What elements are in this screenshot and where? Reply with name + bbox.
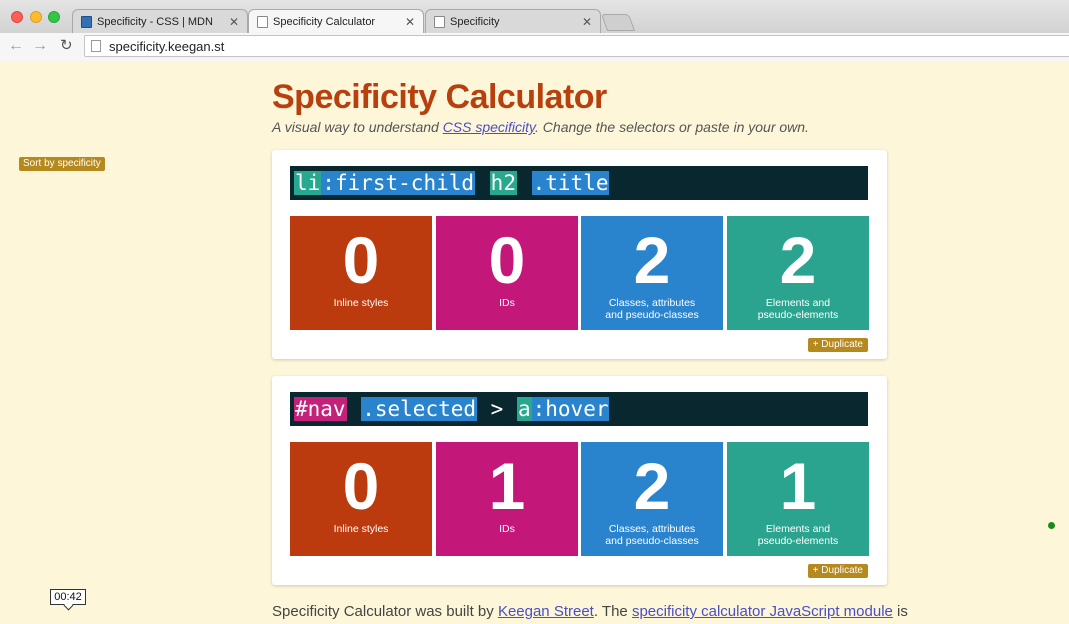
score-ids: 0 IDs: [436, 216, 578, 330]
selector-input[interactable]: #nav .selected > a:hover: [290, 392, 868, 426]
tab-close-icon[interactable]: ✕: [405, 15, 415, 29]
selector-token: :first-child: [321, 171, 476, 195]
subtitle-text: A visual way to understand: [272, 119, 443, 135]
tab-mdn[interactable]: Specificity - CSS | MDN ✕: [72, 9, 248, 33]
selector-token: a: [516, 397, 532, 421]
score-label: Inline styles: [333, 523, 389, 535]
keegan-street-link[interactable]: Keegan Street: [498, 603, 594, 620]
tab-label: Specificity Calculator: [273, 16, 376, 28]
score-value: 1: [488, 449, 526, 523]
specificity-scores: 0 Inline styles 1 IDs 2 Classes, attribu…: [290, 442, 869, 556]
calculator-card: li:first-child h2 .title 0 Inline styles…: [272, 150, 887, 359]
selector-token: h2: [489, 171, 517, 195]
score-classes: 2 Classes, attributes and pseudo-classes: [581, 442, 723, 556]
score-elements: 1 Elements and pseudo-elements: [727, 442, 869, 556]
score-label: Classes, attributes and pseudo-classes: [605, 523, 699, 547]
score-inline-styles: 0 Inline styles: [290, 216, 432, 330]
page-icon: [434, 15, 445, 28]
duplicate-button[interactable]: + Duplicate: [807, 564, 868, 578]
score-value: 2: [779, 223, 817, 297]
specificity-scores: 0 Inline styles 0 IDs 2 Classes, attribu…: [290, 216, 869, 330]
address-bar[interactable]: specificity.keegan.st: [84, 35, 1069, 57]
tab-specificity-calculator[interactable]: Specificity Calculator ✕: [248, 9, 424, 34]
selector-token: [347, 397, 362, 421]
score-ids: 1 IDs: [436, 442, 578, 556]
selector-token: [475, 171, 490, 195]
score-inline-styles: 0 Inline styles: [290, 442, 432, 556]
score-classes: 2 Classes, attributes and pseudo-classes: [581, 216, 723, 330]
score-value: 0: [342, 223, 380, 297]
maximize-window-button[interactable]: [48, 11, 60, 23]
selector-token: [517, 171, 532, 195]
footer-text: Specificity Calculator was built by Keeg…: [272, 603, 908, 620]
page-icon: [91, 40, 101, 52]
js-module-link[interactable]: specificity calculator JavaScript module: [632, 603, 893, 620]
footer-text-part: is: [892, 603, 908, 620]
reload-icon[interactable]: ↻: [60, 37, 73, 55]
mdn-icon: [81, 15, 92, 28]
selector-token: #nav: [294, 397, 347, 421]
calculator-card: #nav .selected > a:hover 0 Inline styles…: [272, 376, 887, 585]
browser-chrome: Specificity - CSS | MDN ✕ Specificity Ca…: [0, 0, 1069, 61]
selector-token: .title: [531, 171, 610, 195]
score-value: 2: [633, 449, 671, 523]
footer-text-part: Specificity Calculator was built by: [272, 603, 498, 620]
score-label: Elements and pseudo-elements: [757, 297, 839, 321]
score-elements: 2 Elements and pseudo-elements: [727, 216, 869, 330]
score-label: IDs: [499, 297, 515, 309]
css-specificity-link[interactable]: CSS specificity: [443, 119, 535, 135]
new-tab-button[interactable]: [600, 14, 636, 31]
footer-text-part: . The: [593, 603, 632, 620]
score-value: 0: [342, 449, 380, 523]
minimize-window-button[interactable]: [30, 11, 42, 23]
score-value: 2: [633, 223, 671, 297]
page-subtitle: A visual way to understand CSS specifici…: [272, 119, 809, 135]
page-title: Specificity Calculator: [272, 78, 607, 116]
score-label: Classes, attributes and pseudo-classes: [605, 297, 699, 321]
close-window-button[interactable]: [11, 11, 23, 23]
score-value: 1: [779, 449, 817, 523]
selector-token: >: [478, 397, 516, 421]
sort-by-specificity-button[interactable]: Sort by specificity: [19, 157, 105, 171]
tab-label: Specificity: [450, 15, 500, 28]
score-label: Inline styles: [333, 297, 389, 309]
score-label: IDs: [499, 523, 515, 535]
tab-specificity[interactable]: Specificity ✕: [425, 9, 601, 33]
tab-strip: Specificity - CSS | MDN ✕ Specificity Ca…: [0, 0, 1069, 34]
duplicate-button[interactable]: + Duplicate: [807, 338, 868, 352]
score-value: 0: [488, 223, 526, 297]
tab-close-icon[interactable]: ✕: [582, 15, 592, 29]
cursor-dot: [1048, 522, 1055, 529]
back-arrow-icon[interactable]: ←: [8, 37, 24, 55]
url-text: specificity.keegan.st: [109, 38, 225, 54]
tab-close-icon[interactable]: ✕: [229, 15, 239, 29]
page-icon: [257, 16, 268, 28]
video-timestamp: 00:42: [50, 589, 86, 605]
selector-input[interactable]: li:first-child h2 .title: [290, 166, 868, 200]
subtitle-text: . Change the selectors or paste in your …: [535, 119, 809, 135]
selector-token: li: [294, 171, 322, 195]
tab-label: Specificity - CSS | MDN: [97, 15, 213, 28]
browser-toolbar: ← → ↻ specificity.keegan.st: [0, 33, 1069, 61]
score-label: Elements and pseudo-elements: [757, 523, 839, 547]
selector-token: :hover: [531, 397, 610, 421]
forward-arrow-icon[interactable]: →: [32, 37, 48, 55]
selector-token: .selected: [361, 397, 478, 421]
